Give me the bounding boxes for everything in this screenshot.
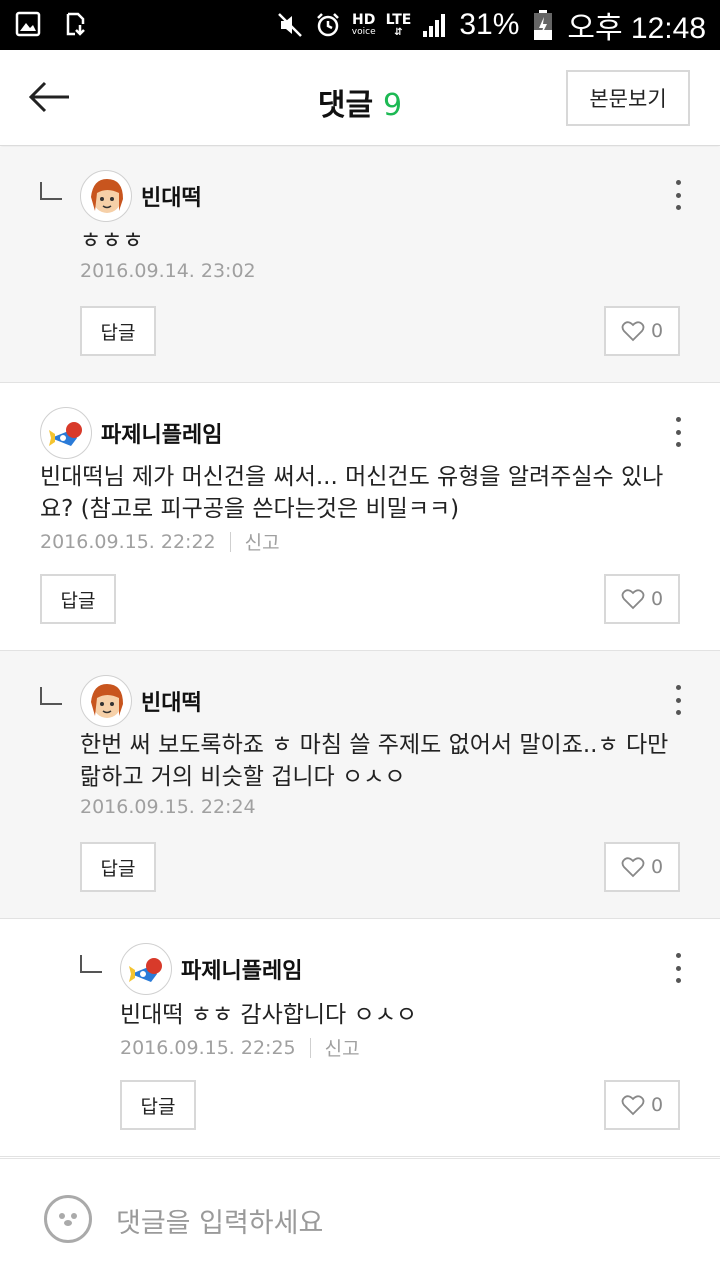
reply-indent-icon (40, 687, 62, 705)
heart-icon (621, 589, 645, 610)
comment-item: 파제니플레임 빈대떡 ㅎㅎ 감사합니다 ㅇㅅㅇ 2016.09.15. 22:2… (0, 919, 720, 1157)
comment-meta: 2016.09.15. 22:25 신고 (120, 1034, 360, 1061)
comment-date: 2016.09.15. 22:25 (120, 1036, 296, 1059)
clock: 오후 12:48 (567, 12, 706, 45)
heart-icon (621, 1095, 645, 1116)
comment-meta: 2016.09.15. 22:22 신고 (40, 528, 280, 555)
title-label: 댓글 (317, 88, 374, 123)
comment-author[interactable]: 빈대떡 (141, 685, 202, 717)
comment-author[interactable]: 파제니플레임 (181, 953, 302, 985)
battery-charging-icon (529, 10, 557, 40)
comment-text: 한번 써 보도록하죠 ㅎ 마침 쓸 주제도 없어서 말이죠..ㅎ 다만 랆하고 … (80, 732, 669, 790)
meta-divider (229, 531, 231, 552)
comment-text: 빈대떡 ㅎㅎ 감사합니다 ㅇㅅㅇ (120, 1002, 418, 1028)
comment-text: ㅎㅎㅎ (80, 228, 144, 254)
reply-button[interactable]: 답글 (120, 1080, 196, 1130)
comment-meta: 2016.09.14. 23:02 (80, 260, 256, 282)
report-link[interactable]: 신고 (325, 1034, 360, 1061)
comment-date: 2016.09.14. 23:02 (80, 260, 256, 282)
avatar[interactable] (40, 407, 92, 459)
comment-count: 9 (383, 88, 403, 123)
comment-item: 파제니플레임 빈대떡님 제가 머신건을 써서... 머신건도 유형을 알려주실수… (0, 383, 720, 651)
reply-button[interactable]: 답글 (80, 842, 156, 892)
sticker-button[interactable] (44, 1195, 92, 1243)
comment-item: 빈대떡 ㅎㅎㅎ 2016.09.14. 23:02 답글 0 (0, 147, 720, 383)
comment-text: 빈대떡님 제가 머신건을 써서... 머신건도 유형을 알려주실수 있나요? (… (40, 464, 664, 522)
alarm-icon (314, 11, 342, 39)
more-options-icon[interactable] (668, 180, 688, 210)
lte-indicator: LTE ⇵ (385, 11, 412, 38)
status-bar: HD voice LTE ⇵ 31% 오후 12:48 (0, 0, 720, 50)
report-link[interactable]: 신고 (245, 528, 280, 555)
like-count: 0 (650, 320, 664, 342)
comment-author[interactable]: 파제니플레임 (101, 417, 222, 449)
reply-indent-icon (80, 955, 102, 973)
more-options-icon[interactable] (668, 417, 688, 447)
comment-author[interactable]: 빈대떡 (141, 180, 202, 212)
download-file-icon (62, 10, 90, 38)
mute-icon (276, 11, 304, 39)
like-button[interactable]: 0 (604, 1080, 680, 1130)
reply-indent-icon (40, 182, 62, 200)
comment-item: 빈대떡 한번 써 보도록하죠 ㅎ 마침 쓸 주제도 없어서 말이죠..ㅎ 다만 … (0, 651, 720, 919)
comment-meta: 2016.09.15. 22:24 (80, 796, 256, 818)
comment-list: 빈대떡 ㅎㅎㅎ 2016.09.14. 23:02 답글 0 파제니플레임 빈대… (0, 147, 720, 1157)
smiley-icon (59, 1213, 77, 1226)
comment-input[interactable]: 댓글을 입력하세요 (116, 1201, 323, 1240)
comment-date: 2016.09.15. 22:24 (80, 796, 256, 818)
view-post-button[interactable]: 본문보기 (566, 70, 690, 126)
heart-icon (621, 321, 645, 342)
reply-button[interactable]: 답글 (80, 306, 156, 356)
meta-divider (309, 1037, 311, 1058)
signal-icon (421, 11, 449, 39)
like-button[interactable]: 0 (604, 306, 680, 356)
avatar[interactable] (80, 675, 132, 727)
battery-percent: 31% (459, 8, 520, 41)
like-count: 0 (650, 856, 664, 878)
comment-date: 2016.09.15. 22:22 (40, 530, 216, 553)
like-button[interactable]: 0 (604, 574, 680, 624)
like-count: 0 (650, 588, 664, 610)
like-button[interactable]: 0 (604, 842, 680, 892)
reply-button[interactable]: 답글 (40, 574, 116, 624)
avatar[interactable] (80, 170, 132, 222)
gallery-icon (14, 10, 42, 38)
more-options-icon[interactable] (668, 953, 688, 983)
comment-input-bar: 댓글을 입력하세요 (0, 1158, 720, 1280)
heart-icon (621, 857, 645, 878)
like-count: 0 (650, 1094, 664, 1116)
hd-voice-indicator: HD voice (351, 11, 376, 37)
avatar[interactable] (120, 943, 172, 995)
more-options-icon[interactable] (668, 685, 688, 715)
comments-header: 댓글 9 본문보기 (0, 50, 720, 146)
